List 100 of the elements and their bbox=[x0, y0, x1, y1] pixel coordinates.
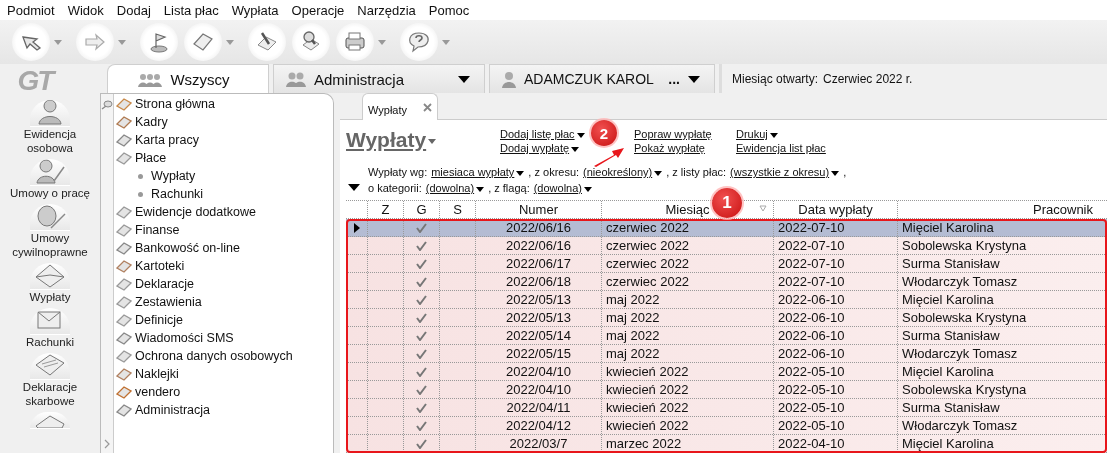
filter-label: , z listy płac: bbox=[666, 166, 727, 178]
folder-icon bbox=[116, 97, 132, 111]
folder-icon bbox=[116, 277, 132, 291]
tab[interactable]: ADAMCZUK KAROL ... bbox=[489, 64, 715, 93]
nav-button[interactable]: Ewidencja osobowa bbox=[2, 100, 98, 155]
table-row[interactable]: 2022/05/14 maj 2022 2022-06-10 Surma Stanisław bbox=[346, 327, 1107, 345]
menu-item[interactable]: Narzędzia bbox=[357, 2, 423, 18]
menu-item[interactable]: Podmiot bbox=[7, 2, 62, 18]
collapse-icon[interactable] bbox=[348, 184, 360, 191]
tree-item[interactable]: Ochrona danych osobowych bbox=[116, 347, 333, 365]
menu-item[interactable]: Dodaj bbox=[116, 2, 158, 18]
tree-item[interactable]: vendero bbox=[116, 383, 333, 401]
table-cell-text: Surma Stanisław bbox=[901, 255, 1001, 272]
filter-link[interactable]: miesiaca wypłaty bbox=[431, 166, 525, 178]
table-cell: 2022-07-10 bbox=[774, 273, 898, 290]
action-link[interactable]: Pokaż wypłatę bbox=[634, 142, 705, 154]
filter-link[interactable]: (dowolna) bbox=[425, 182, 485, 194]
nav-button[interactable]: Deklaracje skarbowe bbox=[2, 353, 98, 408]
tree-item[interactable]: Kadry bbox=[116, 113, 333, 131]
column-header[interactable]: G bbox=[404, 201, 440, 218]
tree-item[interactable]: Deklaracje bbox=[116, 275, 333, 293]
menu-item[interactable]: Wypłata bbox=[231, 2, 286, 18]
tree-item[interactable]: Wypłaty bbox=[116, 167, 333, 185]
column-header[interactable]: Data wypłaty bbox=[774, 201, 898, 218]
page-title[interactable]: Wypłaty bbox=[346, 128, 500, 152]
table-cell: maj 2022 bbox=[602, 291, 774, 308]
column-header[interactable]: Pracownik bbox=[898, 201, 1107, 218]
table-row[interactable]: 2022/04/11 kwiecień 2022 2022-05-10 Surma Stanisław bbox=[346, 399, 1107, 417]
caret-icon bbox=[769, 132, 778, 138]
menu-item[interactable]: Lista płac bbox=[163, 2, 226, 18]
menu-item[interactable]: Widok bbox=[67, 2, 111, 18]
table-cell: 2022/06/16 bbox=[476, 219, 602, 236]
table-row[interactable]: 2022/05/13 maj 2022 2022-06-10 Sobolewska Krystyna bbox=[346, 309, 1107, 327]
tab[interactable]: Administracja bbox=[273, 64, 485, 93]
table-cell: 2022-07-10 bbox=[774, 237, 898, 254]
table-cell: 2022/06/18 bbox=[476, 273, 602, 290]
tree-item[interactable]: Karta pracy bbox=[116, 131, 333, 149]
menu-item[interactable]: Pomoc bbox=[428, 2, 477, 18]
table-cell-text: Włodarczyk Tomasz bbox=[901, 345, 1019, 362]
nav-button[interactable]: Umowy o pracę bbox=[2, 159, 98, 200]
caret-icon bbox=[516, 170, 525, 176]
step-marker: 1 bbox=[712, 188, 742, 218]
caret-icon bbox=[458, 75, 470, 83]
filter-link[interactable]: (wszystkie z okresu) bbox=[730, 166, 840, 178]
table-cell: marzec 2022 bbox=[602, 435, 774, 452]
tree-item[interactable]: Rachunki bbox=[116, 185, 333, 203]
caret-icon bbox=[226, 39, 234, 45]
caret-icon bbox=[54, 39, 62, 45]
caret-icon bbox=[831, 170, 840, 176]
table-cell: 2022/06/16 bbox=[476, 237, 602, 254]
tree-item[interactable]: Kartoteki bbox=[116, 257, 333, 275]
table-cell: 2022/05/15 bbox=[476, 345, 602, 362]
filter-label: , z okresu: bbox=[528, 166, 580, 178]
table-cell: 2022-06-10 bbox=[774, 345, 898, 362]
action-link[interactable]: Drukuj bbox=[736, 128, 778, 140]
nav-button[interactable]: Wypłaty bbox=[2, 263, 98, 304]
table-row[interactable]: 2022/04/10 kwiecień 2022 2022-05-10 Sobolewska Krystyna bbox=[346, 381, 1107, 399]
table-cell: czerwiec 2022 bbox=[602, 237, 774, 254]
filter-link[interactable]: (nieokreślony) bbox=[583, 166, 663, 178]
nav-button[interactable]: Rachunki bbox=[2, 308, 98, 349]
column-header[interactable]: Z bbox=[368, 201, 404, 218]
folder-icon bbox=[116, 313, 132, 327]
column-header[interactable]: Numer bbox=[476, 201, 602, 218]
folder-icon bbox=[116, 223, 132, 237]
filter-link[interactable]: (dowolna) bbox=[533, 182, 592, 194]
table-row[interactable]: 2022/05/15 maj 2022 2022-06-10 Włodarczyk Tomasz bbox=[346, 345, 1107, 363]
table-cell-text: Surma Stanisław bbox=[901, 399, 1001, 416]
menu-item[interactable]: Operacje bbox=[291, 2, 352, 18]
document-tab[interactable]: Wypłaty bbox=[362, 93, 438, 120]
caret-icon bbox=[378, 39, 386, 45]
table-row[interactable]: 2022/05/13 maj 2022 2022-06-10 Mięciel Karolina bbox=[346, 291, 1107, 309]
tree-item[interactable]: Wiadomości SMS bbox=[116, 329, 333, 347]
folder-icon bbox=[116, 349, 132, 363]
table-row[interactable]: 2022/06/17 czerwiec 2022 2022-07-10 Surma Stanisław bbox=[346, 255, 1107, 273]
tree-item[interactable]: Zestawienia bbox=[116, 293, 333, 311]
table-cell: kwiecień 2022 bbox=[602, 363, 774, 380]
table-cell: kwiecień 2022 bbox=[602, 381, 774, 398]
tree-item[interactable]: Finanse bbox=[116, 221, 333, 239]
arrow-icon bbox=[592, 146, 626, 168]
table-cell-text: Włodarczyk Tomasz bbox=[901, 417, 1019, 434]
tree-item[interactable]: Strona główna bbox=[116, 95, 333, 113]
table-row[interactable]: 2022/04/12 kwiecień 2022 2022-05-10 Włodarczyk Tomasz bbox=[346, 417, 1107, 435]
nav-button[interactable]: Umowy cywilnoprawne bbox=[2, 204, 98, 259]
tree-item[interactable]: Bankowość on-line bbox=[116, 239, 333, 257]
tab[interactable]: Wszyscy bbox=[107, 64, 269, 93]
action-link[interactable]: Dodaj wypłatę bbox=[500, 142, 580, 154]
table-row[interactable]: 2022/06/16 czerwiec 2022 2022-07-10 Sobolewska Krystyna bbox=[346, 237, 1107, 255]
table-row[interactable]: 2022/06/18 czerwiec 2022 2022-07-10 Włodarczyk Tomasz bbox=[346, 273, 1107, 291]
table-cell: 2022/05/14 bbox=[476, 327, 602, 344]
tree-item[interactable]: Naklejki bbox=[116, 365, 333, 383]
tree-item[interactable]: Płace bbox=[116, 149, 333, 167]
table-row[interactable]: 2022/04/10 kwiecień 2022 2022-05-10 Mięciel Karolina bbox=[346, 363, 1107, 381]
tree-item[interactable]: Ewidencje dodatkowe bbox=[116, 203, 333, 221]
tree-item[interactable]: Definicje bbox=[116, 311, 333, 329]
column-header[interactable]: S bbox=[440, 201, 476, 218]
action-link[interactable]: Dodaj listę płac bbox=[500, 128, 585, 140]
table-cell: 2022-05-10 bbox=[774, 381, 898, 398]
action-link[interactable]: Popraw wypłatę bbox=[634, 128, 712, 140]
tree-item[interactable]: Administracja bbox=[116, 401, 333, 419]
action-link[interactable]: Ewidencja list płac bbox=[736, 142, 826, 154]
